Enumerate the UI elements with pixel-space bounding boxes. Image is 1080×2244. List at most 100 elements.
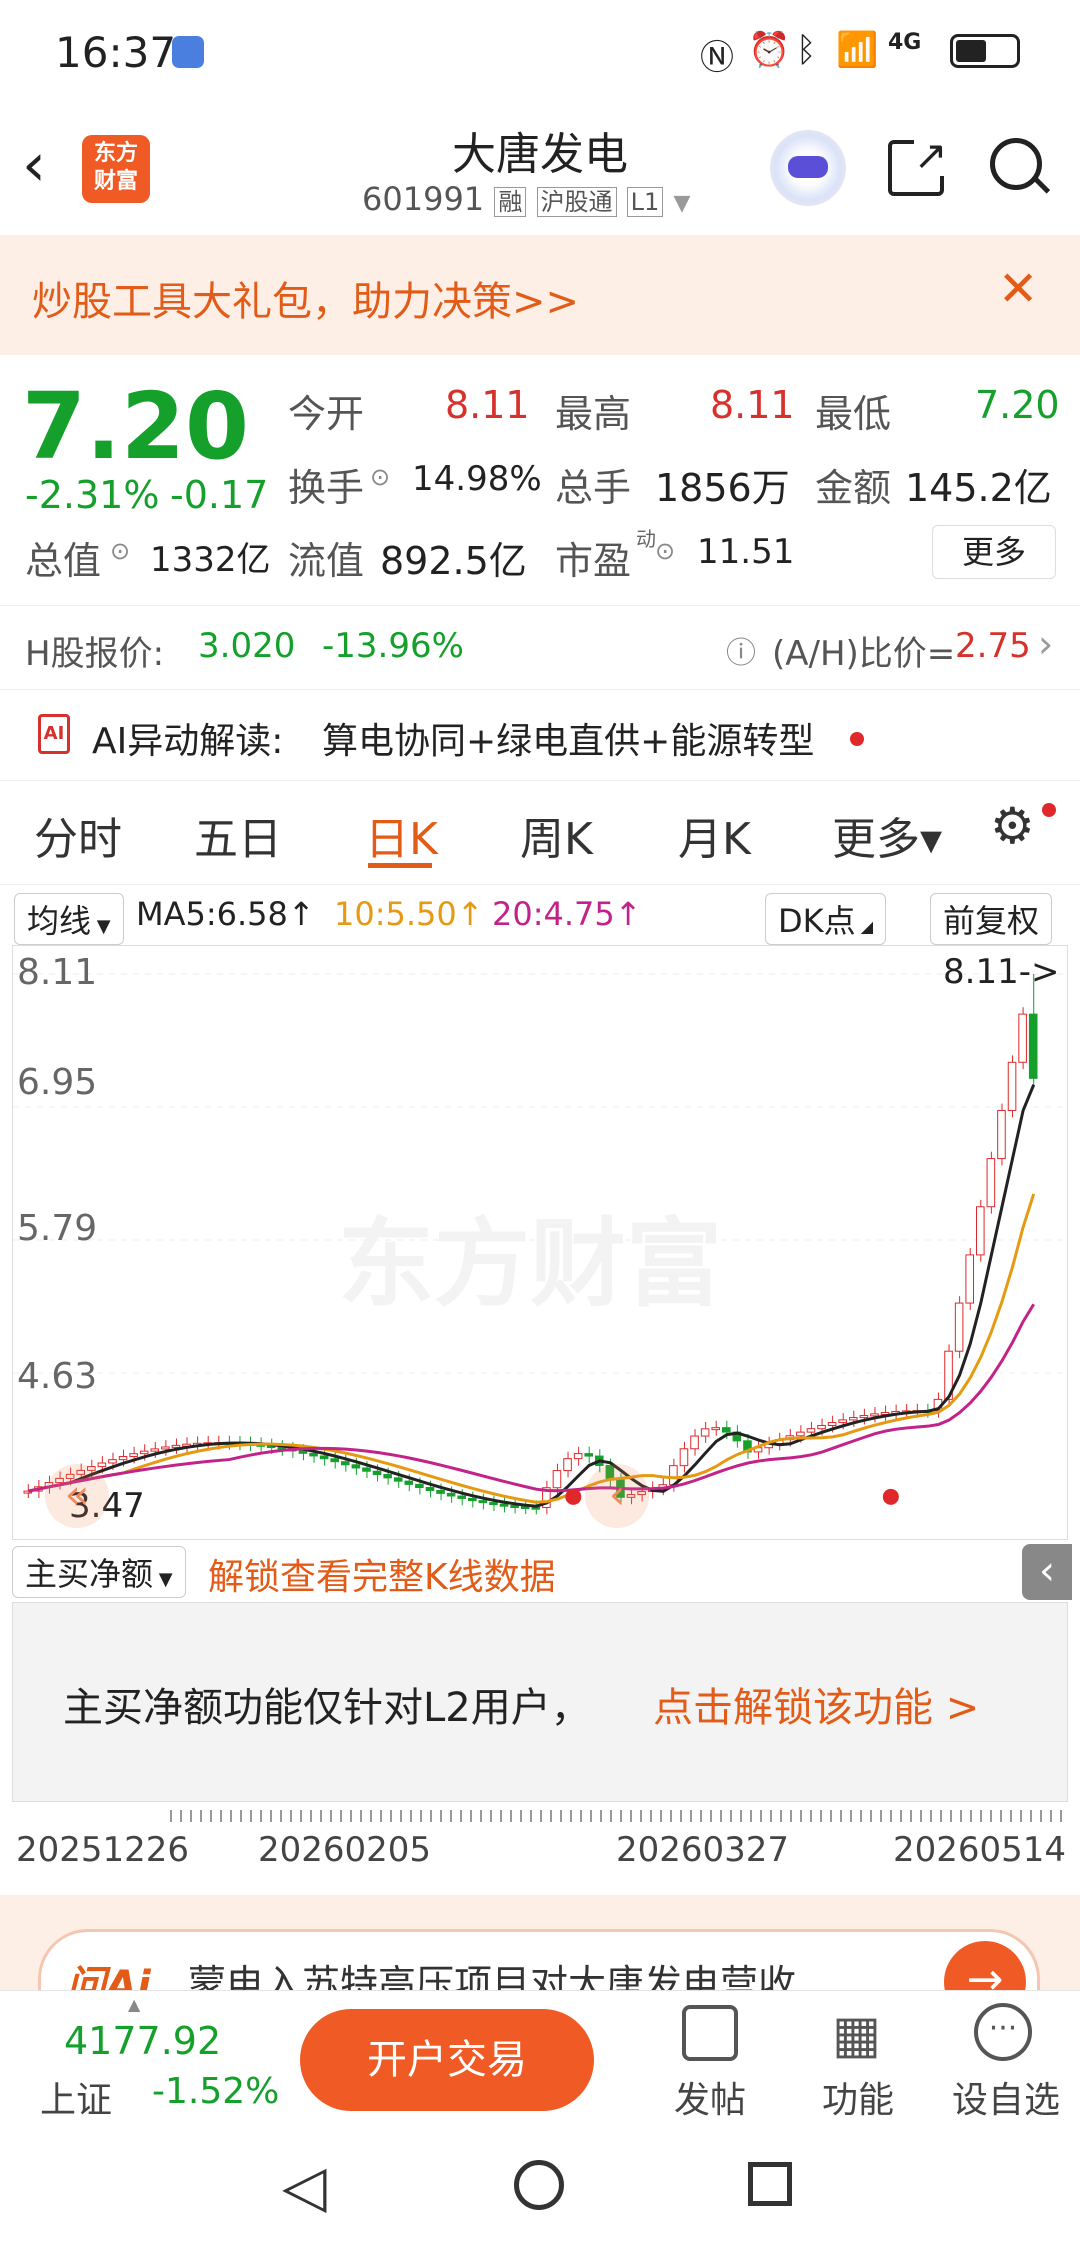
ma-selector[interactable]: 均线 ▼ [14, 893, 124, 945]
period-tabs: 分时 五日 日K 周K 月K 更多▾ ⚙ [0, 780, 1080, 885]
amount-value: 145.2亿 [905, 466, 1052, 510]
candle-body [129, 1453, 138, 1458]
nav-back-icon[interactable]: ◁ [282, 2152, 327, 2220]
more-button[interactable]: 更多 [932, 525, 1056, 579]
candle-body [817, 1424, 826, 1430]
candle-body [573, 1453, 583, 1460]
candle-body [722, 1427, 731, 1433]
ai-row[interactable]: AI AI异动解读: 算电协同+绿电直供+能源转型 [0, 690, 1080, 780]
share-icon[interactable]: ↗ [888, 136, 948, 196]
candle-body [510, 1505, 519, 1509]
candle-body [457, 1495, 466, 1499]
info-icon[interactable]: ⊙ [110, 537, 130, 565]
candle-body [954, 1302, 964, 1352]
x-tick: 20260205 [258, 1830, 432, 1870]
collapse-icon[interactable]: ‹ [1022, 1544, 1072, 1600]
sub-selector-label: 主买净额 [25, 1555, 154, 1593]
news-strip[interactable]: 问Ai 蒙电入苏特高压项目对大唐发电营收 → [0, 1895, 1080, 1990]
back-icon[interactable]: ‹ [22, 130, 46, 200]
candle-body [997, 1109, 1006, 1160]
nav-recent-icon[interactable] [748, 2162, 792, 2206]
close-icon[interactable]: ✕ [998, 261, 1038, 317]
dk-button[interactable]: DK点 ◢ [765, 893, 887, 945]
l2-notice[interactable]: 主买净额功能仅针对L2用户， 点击解锁该功能 > [12, 1602, 1068, 1802]
unlock-link[interactable]: 解锁查看完整K线数据 [208, 1548, 556, 1600]
candle-body [436, 1490, 445, 1494]
search-icon[interactable] [990, 138, 1051, 194]
promo-banner[interactable]: 炒股工具大礼包，助力决策>> ✕ [0, 235, 1080, 355]
candle-body [372, 1470, 382, 1476]
candle-body [976, 1206, 985, 1256]
alarm-icon: ⏰ [748, 30, 791, 70]
candle-body [849, 1417, 858, 1421]
watchlist-label[interactable]: 设自选 [952, 2071, 1060, 2123]
tab-wuri[interactable]: 五日 [194, 803, 282, 867]
ma20-line [27, 1303, 1035, 1493]
ma-row: 均线 ▼ MA5:6.58↑ 10:5.50↑ 20:4.75↑ DK点 ◢ 前… [0, 885, 1080, 945]
ai-doc-icon: AI [38, 714, 70, 754]
help-icon[interactable]: ⓘ [726, 628, 756, 672]
tab-more[interactable]: 更多▾ [832, 803, 942, 867]
max-label: 8.11-> [943, 952, 1060, 992]
candle-body [446, 1492, 456, 1497]
app-logo[interactable]: 东方 财富 [82, 135, 150, 203]
function-label[interactable]: 功能 [822, 2071, 894, 2123]
candle-body [97, 1462, 107, 1468]
ma-selector-label: 均线 [27, 902, 92, 940]
chevron-down-icon: ▼ [673, 191, 691, 216]
candle-body [139, 1450, 149, 1455]
candle-body [679, 1448, 689, 1467]
kline-chart[interactable]: 东方财富 8.11 6.95 5.79 4.63 8.11-> 3.47 « ‹ [12, 945, 1069, 1540]
stock-code-row[interactable]: 601991 融 沪股通 L1 ▼ [362, 180, 690, 218]
candle-body [563, 1458, 572, 1472]
tab-yuek[interactable]: 月K [678, 803, 751, 867]
post-icon[interactable] [682, 2005, 738, 2061]
l2-unlock-link[interactable]: 点击解锁该功能 > [653, 1675, 979, 1733]
prev-icon[interactable]: ‹ [585, 1464, 649, 1528]
tab-rik[interactable]: 日K [365, 803, 438, 867]
sub-selector[interactable]: 主买净额 ▼ [12, 1546, 186, 1598]
change-value: -0.17 [170, 473, 269, 517]
y-tick: 5.79 [17, 1208, 98, 1249]
info-icon[interactable]: ⊙ [655, 537, 675, 565]
nav-home-icon[interactable] [514, 2160, 564, 2210]
ai-text: 算电协同+绿电直供+能源转型 [322, 721, 815, 762]
candle-body [965, 1254, 975, 1304]
tab-fenshi[interactable]: 分时 [34, 803, 122, 867]
ah-value: 2.75 [955, 626, 1031, 666]
ai-robot-avatar[interactable] [770, 130, 846, 206]
function-icon[interactable]: ▦ [832, 2005, 881, 2065]
nfc-icon: Ⓝ [700, 38, 734, 78]
status-time: 16:37 [55, 28, 177, 77]
index-name: 上证 [40, 2080, 113, 2121]
high-value: 8.11 [710, 383, 795, 427]
trade-button[interactable]: 开户交易 [300, 2009, 594, 2111]
more-dots-icon[interactable]: ··· [974, 2003, 1032, 2061]
dk-signal-dot [565, 1488, 582, 1505]
x-tick: 20251226 [16, 1830, 190, 1870]
adjust-button[interactable]: 前复权 [930, 893, 1053, 945]
pe-value: 11.51 [697, 532, 795, 572]
info-icon[interactable]: ⊙ [370, 463, 390, 491]
stock-code: 601991 [362, 180, 485, 218]
gear-icon[interactable]: ⚙ [990, 797, 1035, 855]
candle-body [796, 1431, 805, 1437]
candle-body [425, 1487, 435, 1492]
candle-body [415, 1483, 424, 1489]
volume-value: 1856万 [655, 466, 790, 510]
news-brand: 问Ai [66, 1963, 151, 1990]
tab-zhouk[interactable]: 周K [520, 803, 593, 867]
hshare-row[interactable]: H股报价: 3.020 -13.96% ⓘ (A/H)比价= 2.75 › [0, 605, 1080, 690]
post-label[interactable]: 发帖 [674, 2071, 746, 2123]
candle-body [859, 1415, 869, 1419]
candle-body [108, 1459, 117, 1464]
scroll-left-icon[interactable]: « [45, 1464, 109, 1528]
red-dot [1042, 803, 1056, 817]
badge-rong: 融 [494, 187, 527, 217]
quote-panel: 7.20 -2.31% -0.17 总值 ⊙ 1332亿 今开 8.11 最高 … [0, 355, 1080, 605]
ah-label: (A/H)比价= [772, 634, 956, 674]
index-value[interactable]: 4177.92 [64, 2019, 221, 2063]
ma20-label: 20:4.75↑ [492, 895, 642, 933]
stock-name: 大唐发电 [452, 129, 628, 180]
candle-body [362, 1467, 371, 1472]
